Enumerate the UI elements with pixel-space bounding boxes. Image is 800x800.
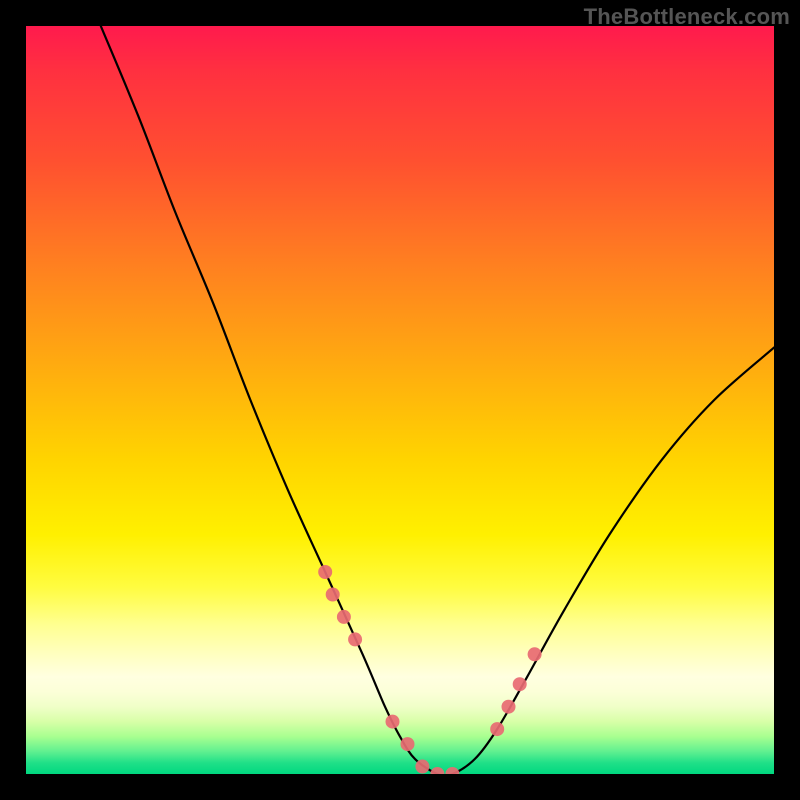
highlight-marker xyxy=(326,588,340,602)
highlight-marker xyxy=(318,565,332,579)
highlight-marker xyxy=(348,632,362,646)
highlight-marker xyxy=(401,737,415,751)
highlight-marker xyxy=(528,647,542,661)
highlight-marker xyxy=(386,715,400,729)
highlight-marker xyxy=(430,767,444,774)
chart-frame xyxy=(26,26,774,774)
highlight-marker xyxy=(445,767,459,774)
chart-svg xyxy=(26,26,774,774)
highlight-marker xyxy=(502,700,516,714)
highlight-marker xyxy=(415,760,429,774)
highlight-marker xyxy=(513,677,527,691)
highlight-marker xyxy=(337,610,351,624)
highlight-marker-group xyxy=(318,565,541,774)
bottleneck-curve-line xyxy=(101,26,774,774)
watermark-text: TheBottleneck.com xyxy=(584,4,790,30)
highlight-marker xyxy=(490,722,504,736)
